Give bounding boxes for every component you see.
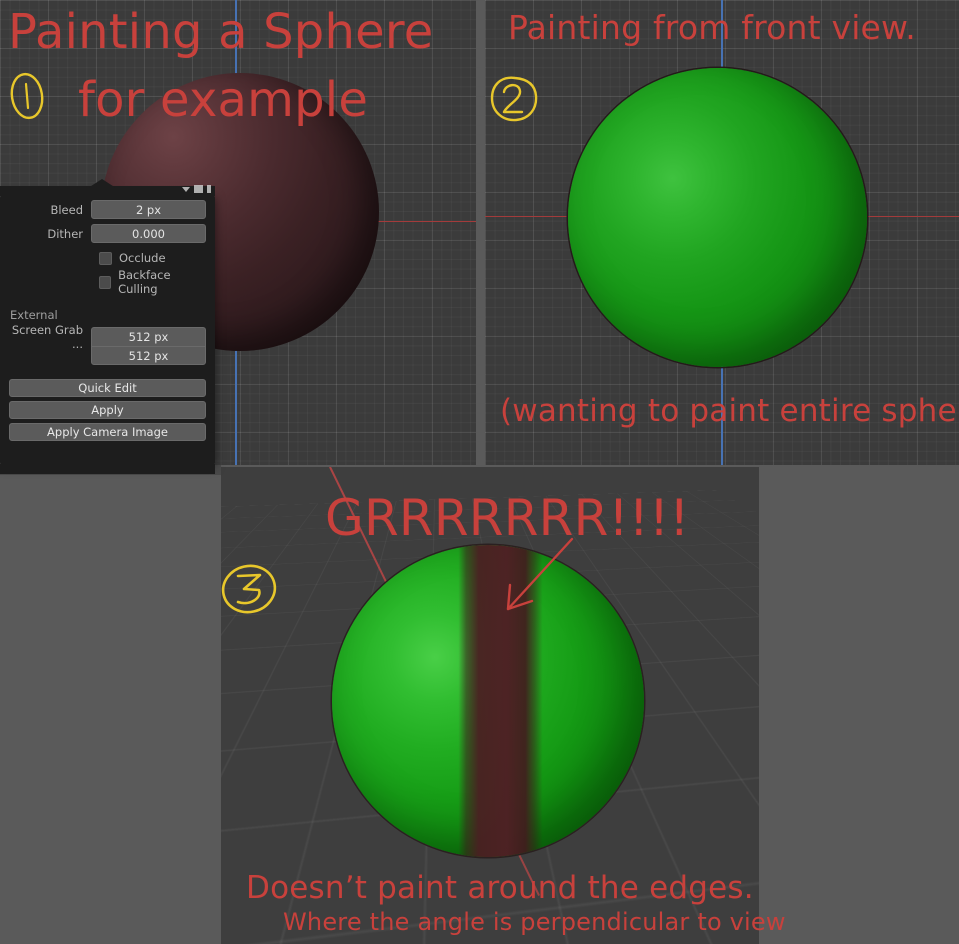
field-row-dither[interactable]: Dither 0.000 (9, 224, 206, 243)
field-row-screen-grab-width[interactable]: Screen Grab ... 512 px (9, 323, 206, 351)
panel-button-group: Quick Edit Apply Apply Camera Image (9, 379, 206, 441)
field-row-bleed[interactable]: Bleed 2 px (9, 200, 206, 219)
image-icon[interactable] (194, 185, 203, 193)
annotation-panel3-subcaption: Where the angle is perpendicular to view (283, 908, 786, 936)
backface-culling-checkbox[interactable] (99, 275, 112, 289)
checkbox-row-occlude[interactable]: Occlude (9, 249, 206, 267)
annotation-title-line-1: Painting a Sphere (8, 4, 434, 60)
chevron-down-icon[interactable] (182, 186, 190, 192)
step-marker-3-icon (220, 558, 278, 620)
screen-grab-height-field[interactable]: 512 px (91, 346, 206, 365)
dither-label: Dither (47, 226, 83, 241)
sphere-green-perspective[interactable] (332, 545, 644, 857)
step-marker-1-icon (6, 70, 50, 122)
quick-edit-button[interactable]: Quick Edit (9, 379, 206, 397)
annotation-panel3-caption: Doesn’t paint around the edges. (246, 870, 754, 906)
background-left (0, 474, 221, 944)
external-section-title: External (10, 308, 58, 322)
apply-button[interactable]: Apply (9, 401, 206, 419)
sphere-green-front[interactable] (568, 68, 867, 367)
image-paint-properties-panel[interactable]: Bleed 2 px Dither 0.000 Occlude Backface… (0, 179, 215, 474)
menu-icon[interactable] (207, 185, 211, 193)
annotation-panel2-title: Painting from front view. (508, 8, 916, 47)
annotation-title-line-2: for example (78, 72, 369, 128)
occlude-label: Occlude (119, 251, 166, 265)
panel-footer-strip (0, 464, 215, 474)
apply-camera-image-button[interactable]: Apply Camera Image (9, 423, 206, 441)
backface-culling-label: Backface Culling (118, 268, 171, 296)
screen-grab-width-field[interactable]: 512 px (91, 327, 206, 346)
screen-grab-label: Screen Grab ... (11, 322, 83, 351)
panel-header-icons[interactable] (85, 183, 215, 195)
step-marker-2-icon (487, 72, 541, 126)
viewport-divider-vertical[interactable] (476, 0, 485, 465)
dither-value-field[interactable]: 0.000 (91, 224, 206, 243)
occlude-checkbox[interactable] (99, 251, 112, 265)
bleed-value-field[interactable]: 2 px (91, 200, 206, 219)
background-right (759, 465, 959, 944)
annotation-exclamation: GRRRRRRR!!!! (325, 489, 690, 547)
screenshot-root: Painting a Sphere for example Painting f… (0, 0, 959, 944)
annotation-panel2-subtitle: (wanting to paint entire sphere) (500, 393, 959, 429)
checkbox-row-backface-culling[interactable]: Backface Culling (9, 268, 206, 296)
bleed-label: Bleed (50, 202, 83, 217)
